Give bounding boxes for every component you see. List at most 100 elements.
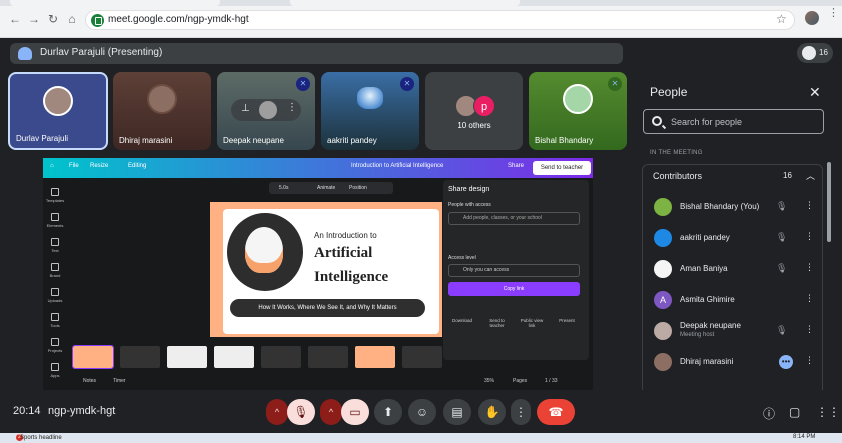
audio-settings-chevron[interactable]: ^ — [266, 399, 288, 425]
list-item[interactable]: A Asmita Ghimire ⋮ — [643, 285, 822, 315]
timer-button[interactable]: Timer — [113, 378, 126, 384]
menu-resize[interactable]: Resize — [90, 163, 108, 169]
list-item[interactable]: aakriti pandey 🎙 ⋮ — [643, 223, 822, 253]
share-label[interactable]: Share — [508, 163, 524, 169]
others-tile[interactable]: p 10 others — [425, 72, 523, 150]
page-thumbnail[interactable] — [308, 346, 348, 368]
sidebar-item-tools[interactable]: Tools — [43, 313, 67, 328]
more-options-icon[interactable]: ⋮ — [287, 102, 297, 113]
sidebar-item-brand[interactable]: Brand — [43, 263, 67, 278]
participant-tile[interactable]: Durlav Parajuli — [8, 72, 108, 150]
download-option[interactable]: Download — [447, 318, 477, 323]
more-options-icon[interactable]: ⋮ — [805, 262, 814, 273]
kebab-menu-icon[interactable]: ⋮ — [828, 8, 839, 19]
pin-icon[interactable]: ⊥ — [241, 103, 250, 114]
page-thumbnail[interactable] — [402, 346, 442, 368]
back-arrow-icon[interactable]: ← — [8, 12, 22, 26]
list-item[interactable]: Aman Baniya 🎙 ⋮ — [643, 254, 822, 284]
sidebar-item-projects[interactable]: Projects — [43, 338, 67, 353]
chevron-up-icon[interactable]: ︿ — [806, 169, 815, 182]
list-item[interactable]: Deepak neupane Meeting host 🎙 ⋮ — [643, 316, 822, 346]
forward-arrow-icon[interactable]: → — [27, 12, 41, 26]
page-thumbnail[interactable] — [214, 346, 254, 368]
group-count: 16 — [783, 171, 792, 180]
home-icon[interactable]: ⌂ — [65, 12, 79, 26]
tab-strip — [0, 0, 842, 6]
more-options-icon[interactable]: ⋮ — [805, 231, 814, 242]
panel-scrollbar[interactable] — [827, 162, 831, 242]
participant-tile[interactable]: ✕ Bishal Bhandary — [529, 72, 627, 150]
add-people-input[interactable]: Add people, classes, or your school — [448, 212, 580, 225]
search-input[interactable]: Search for people — [643, 109, 824, 134]
page-thumbnail[interactable] — [72, 345, 114, 369]
chat-icon[interactable]: ▢ — [789, 405, 800, 419]
more-options-icon[interactable]: ⋮ — [805, 355, 814, 366]
page-thumbnail[interactable] — [120, 346, 160, 368]
news-widget[interactable]: Sports headline — [20, 435, 62, 441]
browser-tab[interactable] — [10, 0, 220, 6]
participant-name: Aman Baniya — [680, 264, 728, 273]
send-teacher-option[interactable]: Send to teacher — [482, 318, 512, 328]
address-bar[interactable]: meet.google.com/ngp-ymdk-hgt — [85, 10, 795, 30]
group-label: Contributors — [653, 171, 703, 181]
list-item[interactable]: Dhiraj marasini ••• ⋮ — [643, 347, 822, 377]
sidebar-item-elements[interactable]: Elements — [43, 213, 67, 228]
emoji-button[interactable]: ☺ — [408, 399, 436, 425]
info-icon[interactable]: ⓘ — [763, 405, 775, 422]
captions-button[interactable]: ▤ — [443, 399, 471, 425]
access-level-select[interactable]: Only you can access — [448, 264, 580, 277]
slide-canvas[interactable]: An Introduction to Artificial Intelligen… — [210, 202, 442, 337]
profile-avatar[interactable] — [805, 11, 819, 25]
participant-tile[interactable]: ✕ ⊥ ⋮ Deepak neupane — [217, 72, 315, 150]
pages-button[interactable]: Pages — [513, 378, 527, 384]
browser-tab-active[interactable] — [290, 0, 520, 6]
participant-tile[interactable]: ✕ aakriti pandey — [321, 72, 419, 150]
more-options-icon[interactable]: ⋮ — [805, 293, 814, 304]
activities-icon[interactable]: ⋮⋮ — [816, 405, 840, 419]
avatar — [259, 101, 277, 119]
slide-title-line3: Intelligence — [314, 269, 389, 285]
animate-button[interactable]: Animate — [317, 185, 335, 191]
page-thumbnail[interactable] — [167, 346, 207, 368]
menu-file[interactable]: File — [69, 163, 79, 169]
notes-button[interactable]: Notes — [83, 378, 96, 384]
more-options-icon[interactable]: ⋮ — [805, 200, 814, 211]
present-option[interactable]: Present — [552, 318, 582, 323]
duration-button[interactable]: 5.0s — [279, 185, 288, 191]
sidebar-item-uploads[interactable]: Uploads — [43, 288, 67, 303]
raise-hand-button[interactable]: ✋ — [478, 399, 506, 425]
participant-tile[interactable]: Dhiraj marasini — [113, 72, 211, 150]
sidebar-item-templates[interactable]: Templates — [43, 188, 67, 203]
avatar — [357, 87, 383, 109]
url-text: meet.google.com/ngp-ymdk-hgt — [108, 14, 249, 25]
more-options-button[interactable]: ⋮ — [511, 399, 531, 425]
contributors-group[interactable]: Contributors 16 ︿ — [642, 164, 823, 188]
close-icon[interactable]: ✕ — [809, 84, 821, 101]
present-screen-button[interactable]: ⬆ — [374, 399, 402, 425]
sidebar-item-apps[interactable]: Apps — [43, 363, 67, 378]
avatar — [654, 353, 672, 371]
menu-editing[interactable]: Editing — [128, 163, 146, 169]
public-link-option[interactable]: Public view link — [517, 318, 547, 328]
send-to-teacher-button[interactable]: Send to teacher — [533, 161, 591, 175]
home-icon[interactable]: ⌂ — [50, 163, 54, 169]
copy-link-button[interactable]: Copy link — [448, 282, 580, 296]
participants-icon — [802, 46, 816, 60]
mic-toggle-button[interactable]: 🎙 — [287, 399, 315, 425]
end-call-button[interactable]: ☎ — [537, 399, 575, 425]
camera-toggle-button[interactable]: ▭ — [341, 399, 369, 425]
position-button[interactable]: Position — [349, 185, 367, 191]
site-settings-icon[interactable] — [91, 14, 104, 27]
more-options-icon[interactable]: ⋮ — [805, 324, 814, 335]
mic-off-icon: 🎙 — [776, 263, 788, 273]
page-thumbnail[interactable] — [261, 346, 301, 368]
sidebar-item-text[interactable]: Text — [43, 238, 67, 253]
reload-icon[interactable]: ↻ — [46, 12, 60, 26]
video-settings-chevron[interactable]: ^ — [320, 399, 342, 425]
page-thumbnail[interactable] — [355, 346, 395, 368]
list-item[interactable]: Bishal Bhandary (You) 🎙 ⋮ — [643, 192, 822, 222]
star-icon[interactable]: ☆ — [776, 12, 787, 26]
participant-chip[interactable]: 16 — [797, 43, 833, 63]
mic-off-icon: ✕ — [400, 77, 414, 91]
share-design-panel: Share design People with access Add peop… — [443, 180, 589, 360]
